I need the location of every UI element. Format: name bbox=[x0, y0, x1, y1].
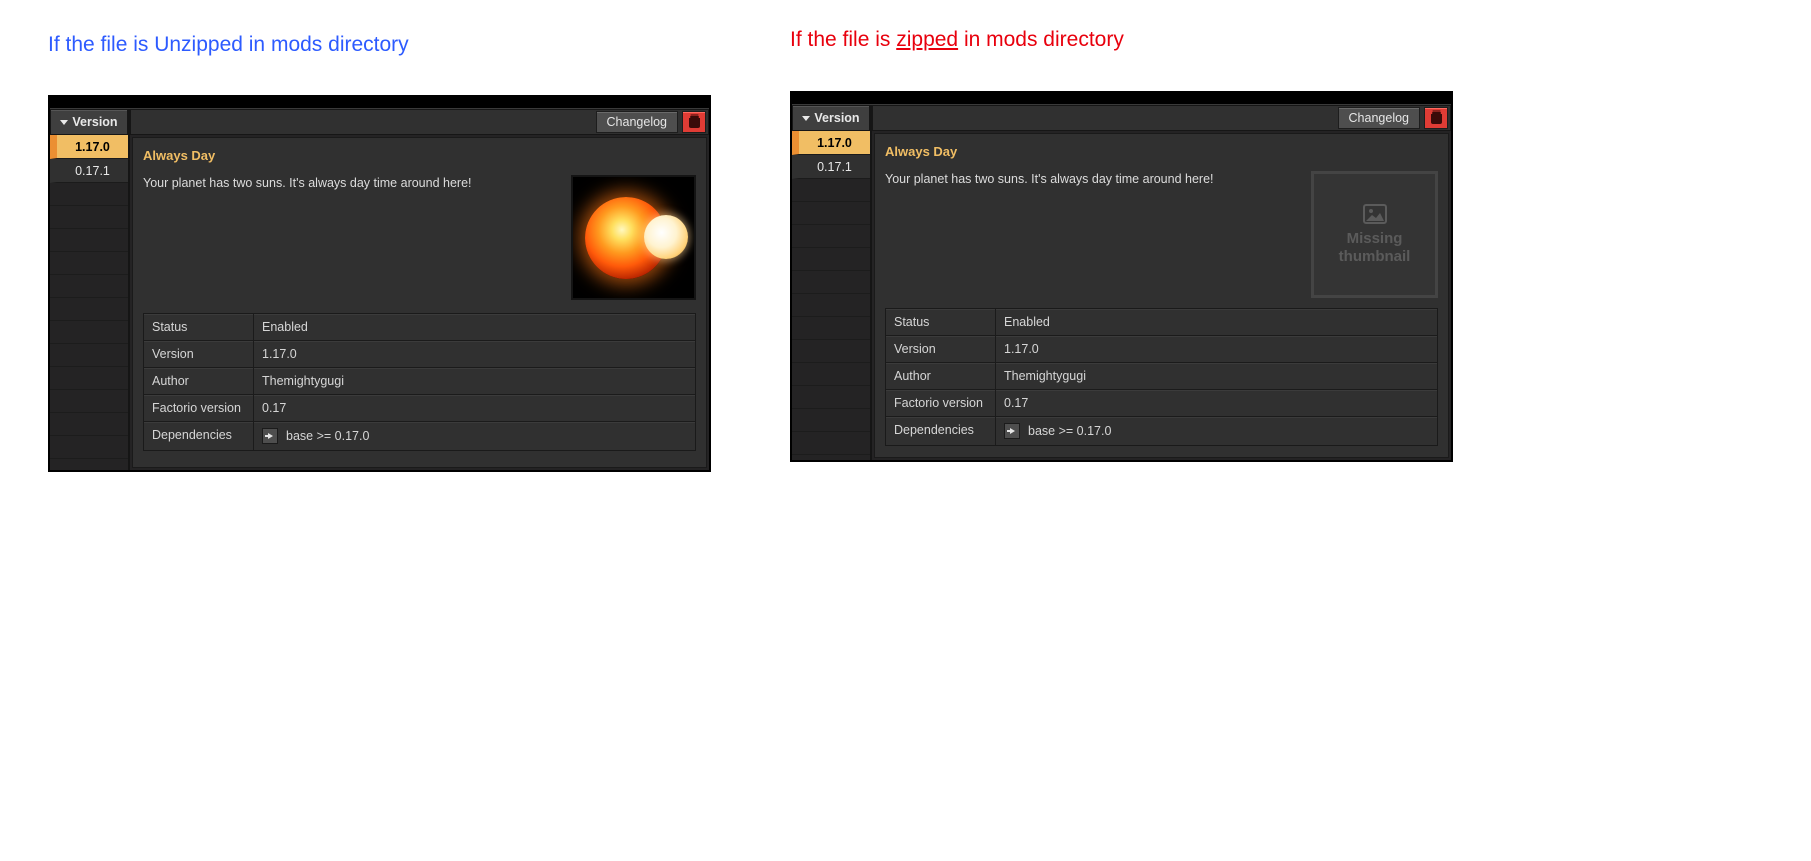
mod-thumbnail bbox=[571, 175, 696, 300]
chevron-down-icon bbox=[802, 116, 810, 121]
image-placeholder-icon bbox=[1363, 204, 1387, 224]
mod-title: Always Day bbox=[143, 148, 696, 163]
detail-value: Enabled bbox=[996, 309, 1437, 335]
detail-value: Themightygugi bbox=[996, 363, 1437, 389]
table-row: Status Enabled bbox=[886, 309, 1437, 335]
detail-value: 0.17 bbox=[996, 390, 1437, 416]
sun-small-graphic bbox=[644, 215, 688, 259]
version-header[interactable]: Version bbox=[50, 109, 128, 135]
mod-description: Your planet has two suns. It's always da… bbox=[885, 171, 1299, 298]
caption-zipped: If the file is zipped in mods directory bbox=[790, 28, 1124, 52]
detail-value: Themightygugi bbox=[254, 368, 695, 394]
detail-key: Status bbox=[144, 314, 254, 340]
detail-value: Enabled bbox=[254, 314, 695, 340]
trash-icon bbox=[1431, 112, 1442, 124]
table-row: Version 1.17.0 bbox=[886, 335, 1437, 362]
delete-button[interactable] bbox=[1424, 107, 1448, 129]
table-row-dependencies: Dependencies base >= 0.17.0 bbox=[886, 416, 1437, 445]
version-header-label: Version bbox=[814, 111, 859, 125]
changelog-button[interactable]: Changelog bbox=[596, 111, 678, 133]
screenshot-unzipped: Version 1.17.0 0.17.1 Changelog Always D… bbox=[48, 95, 711, 472]
window-top-border bbox=[50, 97, 709, 108]
mod-details-panel: Changelog Always Day Your planet has two… bbox=[130, 109, 709, 470]
detail-value: 1.17.0 bbox=[254, 341, 695, 367]
toolbar: Changelog bbox=[872, 105, 1451, 131]
caption-zipped-suffix: in mods directory bbox=[958, 28, 1124, 51]
detail-key: Dependencies bbox=[144, 422, 254, 450]
version-list-filler bbox=[50, 183, 128, 470]
table-row-dependencies: Dependencies base >= 0.17.0 bbox=[144, 421, 695, 450]
version-header-label: Version bbox=[72, 115, 117, 129]
mod-title: Always Day bbox=[885, 144, 1438, 159]
table-row: Author Themightygugi bbox=[144, 367, 695, 394]
table-row: Factorio version 0.17 bbox=[886, 389, 1437, 416]
dependency-text: base >= 0.17.0 bbox=[286, 429, 369, 443]
caption-zipped-prefix: If the file is bbox=[790, 28, 896, 51]
missing-thumb-line2: thumbnail bbox=[1339, 248, 1411, 265]
missing-thumb-line1: Missing bbox=[1347, 230, 1403, 247]
dependency-icon bbox=[1004, 423, 1020, 439]
mod-details-panel: Changelog Always Day Your planet has two… bbox=[872, 105, 1451, 460]
version-sidebar: Version 1.17.0 0.17.1 bbox=[50, 109, 130, 470]
detail-key: Version bbox=[144, 341, 254, 367]
toolbar: Changelog bbox=[130, 109, 709, 135]
table-row: Status Enabled bbox=[144, 314, 695, 340]
details-table: Status Enabled Version 1.17.0 Author The… bbox=[885, 308, 1438, 446]
dependency-text: base >= 0.17.0 bbox=[1028, 424, 1111, 438]
version-row[interactable]: 0.17.1 bbox=[50, 159, 128, 183]
screenshot-zipped: Version 1.17.0 0.17.1 Changelog Always D… bbox=[790, 91, 1453, 462]
detail-value: 1.17.0 bbox=[996, 336, 1437, 362]
version-sidebar: Version 1.17.0 0.17.1 bbox=[792, 105, 872, 460]
details-table: Status Enabled Version 1.17.0 Author The… bbox=[143, 313, 696, 451]
table-row: Author Themightygugi bbox=[886, 362, 1437, 389]
dependency-icon bbox=[262, 428, 278, 444]
table-row: Factorio version 0.17 bbox=[144, 394, 695, 421]
mod-description: Your planet has two suns. It's always da… bbox=[143, 175, 559, 303]
detail-value: base >= 0.17.0 bbox=[254, 422, 695, 450]
delete-button[interactable] bbox=[682, 111, 706, 133]
detail-key: Author bbox=[886, 363, 996, 389]
changelog-button[interactable]: Changelog bbox=[1338, 107, 1420, 129]
version-row-selected[interactable]: 1.17.0 bbox=[50, 135, 128, 159]
chevron-down-icon bbox=[60, 120, 68, 125]
detail-value: base >= 0.17.0 bbox=[996, 417, 1437, 445]
missing-thumbnail: Missing thumbnail bbox=[1311, 171, 1438, 298]
version-list-filler bbox=[792, 179, 870, 460]
version-row-selected[interactable]: 1.17.0 bbox=[792, 131, 870, 155]
detail-key: Author bbox=[144, 368, 254, 394]
window-top-border bbox=[792, 93, 1451, 104]
version-row[interactable]: 0.17.1 bbox=[792, 155, 870, 179]
trash-icon bbox=[689, 116, 700, 128]
table-row: Version 1.17.0 bbox=[144, 340, 695, 367]
detail-value: 0.17 bbox=[254, 395, 695, 421]
detail-key: Status bbox=[886, 309, 996, 335]
caption-zipped-word: zipped bbox=[896, 28, 958, 51]
version-header[interactable]: Version bbox=[792, 105, 870, 131]
detail-key: Dependencies bbox=[886, 417, 996, 445]
caption-unzipped: If the file is Unzipped in mods director… bbox=[48, 33, 409, 57]
detail-key: Factorio version bbox=[886, 390, 996, 416]
detail-key: Factorio version bbox=[144, 395, 254, 421]
detail-key: Version bbox=[886, 336, 996, 362]
